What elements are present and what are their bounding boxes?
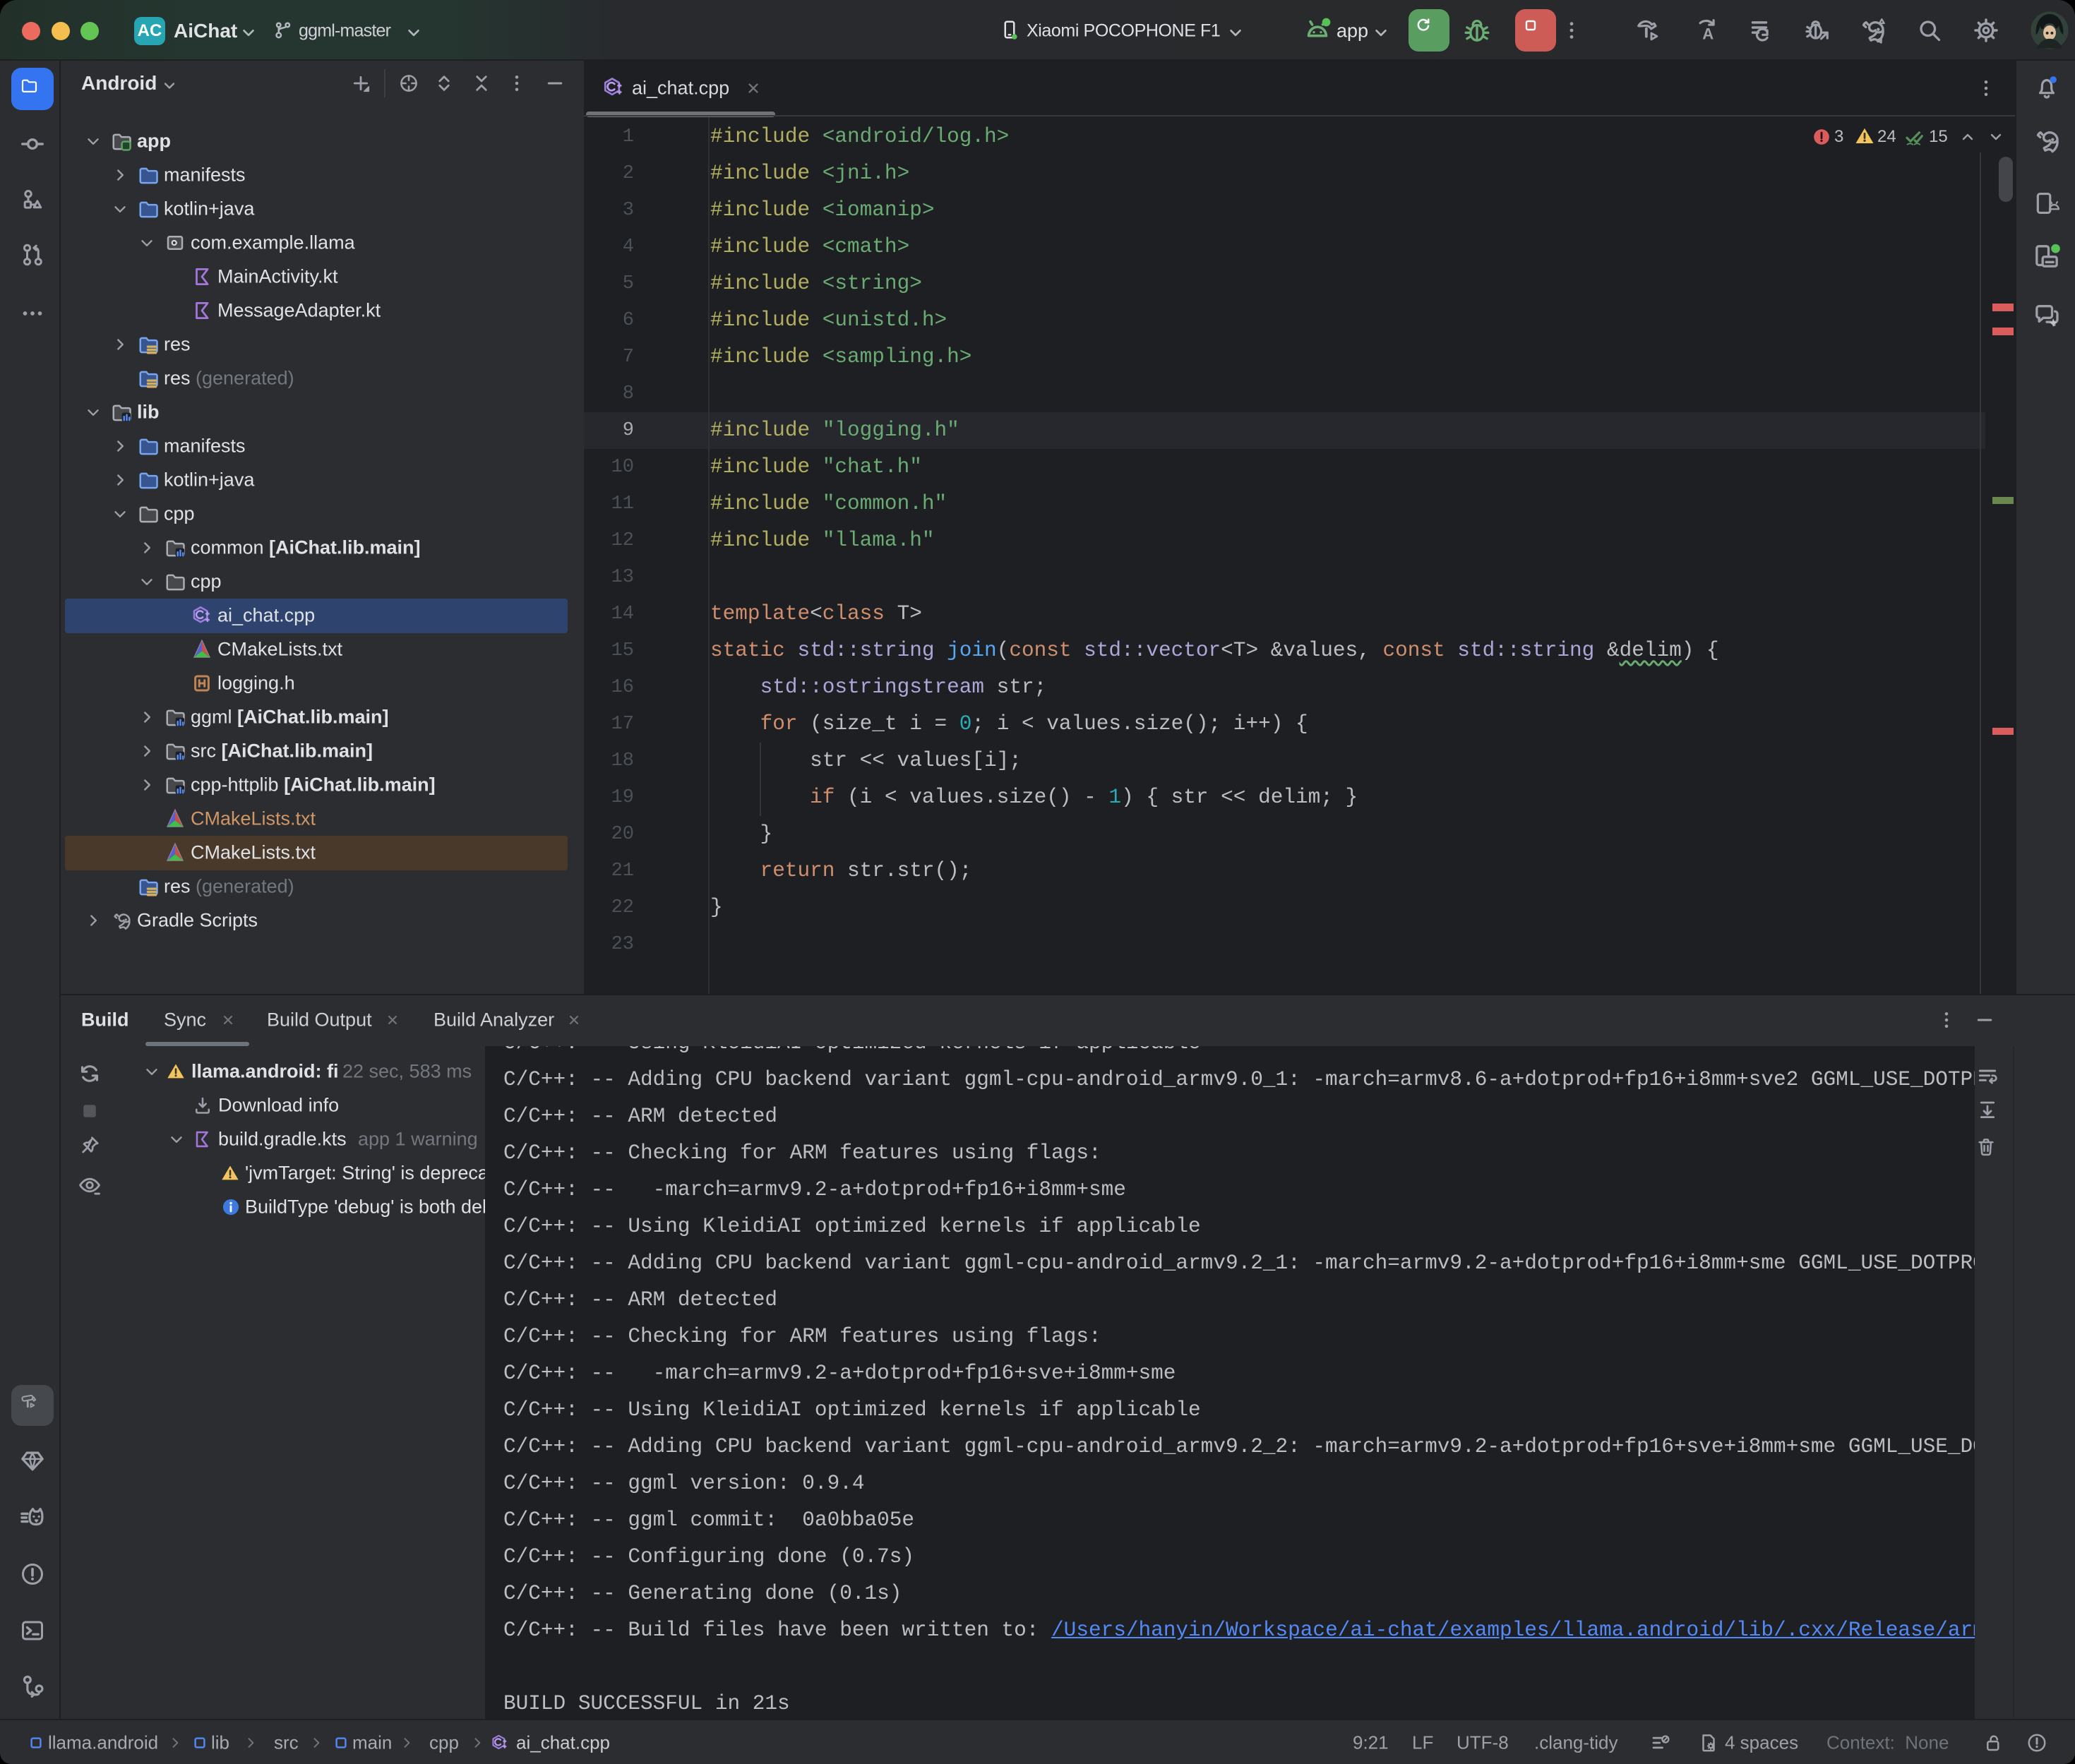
svg-text:A: A xyxy=(1702,25,1714,43)
